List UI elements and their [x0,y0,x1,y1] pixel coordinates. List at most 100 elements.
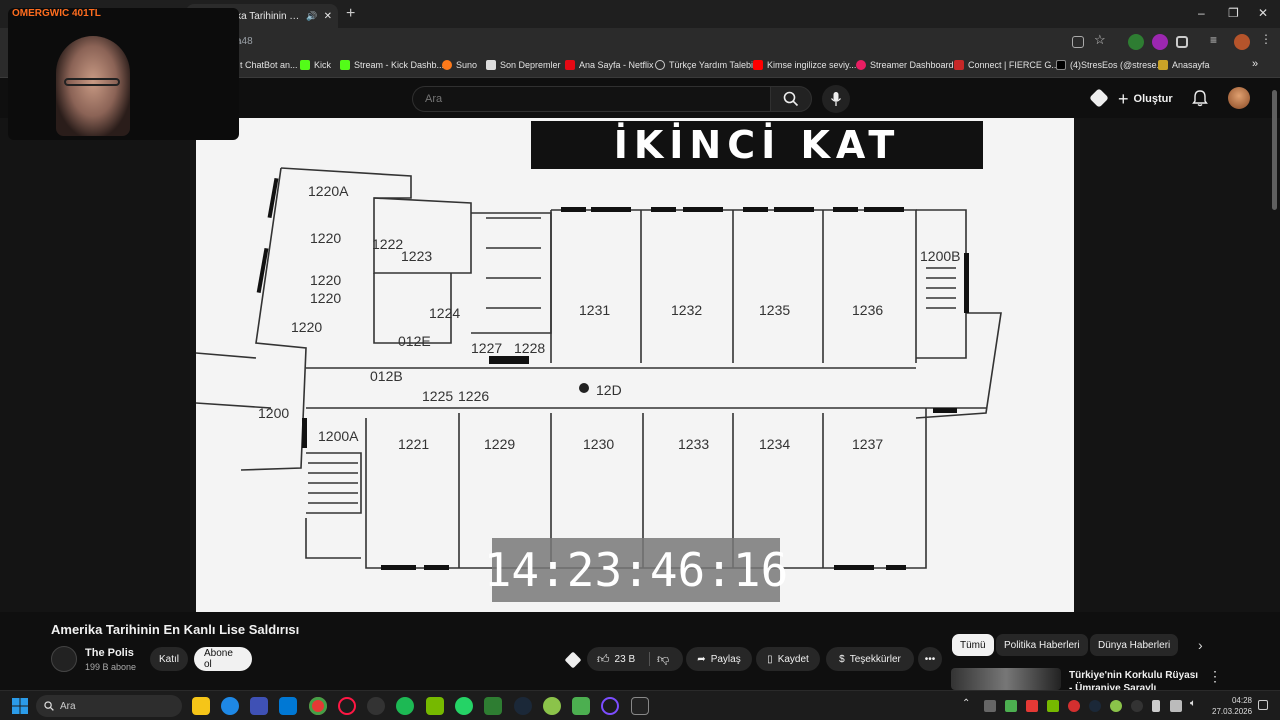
chip-world[interactable]: Dünya Haberleri [1090,634,1179,656]
more-bookmarks-icon[interactable]: » [1252,58,1258,70]
obs-icon[interactable] [367,697,385,715]
mail-icon[interactable] [279,697,297,715]
bookmark-star-icon[interactable]: ☆ [1094,32,1110,48]
extensions-puzzle-icon[interactable] [1176,36,1188,48]
install-app-icon[interactable] [1072,36,1084,48]
volume-icon[interactable]: 🔈︎ [1190,698,1202,710]
windows-start-icon[interactable] [12,698,28,714]
tray-overflow-icon[interactable]: ⌃ [962,698,970,709]
channel-name[interactable]: The Polis [85,647,134,659]
bookmark-item[interactable]: Kimse ingilizce seviy... [753,60,856,70]
tray-icon[interactable] [1089,700,1101,712]
recommendation-title[interactable]: Türkiye'nin Korkulu Rüyası - Ümraniye Sa… [1069,669,1199,691]
chrome-icon[interactable] [309,697,327,715]
bookmark-item[interactable]: Streamer Dashboard [856,60,954,70]
room-label: 12D [596,382,622,398]
new-tab-plus-icon[interactable]: + [346,5,355,23]
profile-avatar-icon[interactable] [1234,34,1250,50]
subscribe-button[interactable]: Abone ol [194,647,252,671]
search-icon [44,701,54,711]
close-window-button[interactable]: ✕ [1258,6,1268,20]
maximize-button[interactable]: ❐ [1228,6,1239,20]
store-icon[interactable] [250,697,268,715]
save-button[interactable]: ▯ Kaydet [756,647,820,671]
share-icon: ➦ [697,653,706,665]
steam-icon[interactable] [514,697,532,715]
suno-icon [442,60,452,70]
share-button[interactable]: ➦ Paylaş [686,647,752,671]
search-button[interactable] [770,86,812,112]
subscriber-count: 199 B abone [85,662,137,672]
bookmark-item[interactable]: Son Depremler [486,60,561,70]
search-input[interactable] [413,87,770,111]
bookmark-item[interactable]: Kick [300,60,331,70]
extension-icon[interactable] [1089,88,1109,108]
whatsapp-icon[interactable] [455,697,473,715]
room-label: 1236 [852,302,883,318]
bookmark-item[interactable]: Connect | FIERCE G... [954,60,1059,70]
page-scrollbar[interactable] [1272,90,1277,210]
app-green-icon[interactable] [543,697,561,715]
bookmark-item[interactable]: Suno [442,60,477,70]
extension-purple-icon[interactable] [1152,34,1168,50]
video-player[interactable]: 1220A 1220 1220 1220 1222 1223 1224 1220… [196,118,1074,612]
voice-search-button[interactable] [822,85,850,113]
minecraft-icon[interactable] [572,697,590,715]
account-avatar[interactable] [1228,87,1250,109]
kick-icon [340,60,350,70]
nvidia-icon[interactable] [426,697,444,715]
tray-icon[interactable] [1068,700,1080,712]
media-controls-icon[interactable]: ≡ [1210,33,1226,49]
bookmark-item[interactable]: Türkçe Yardım Talebi [655,60,753,70]
bookmark-item[interactable]: Ana Sayfa - Netflix [565,60,654,70]
like-button[interactable]: 👍︎ 23 B 👎︎ [587,647,683,671]
minimize-button[interactable]: – [1198,6,1205,20]
chip-politics[interactable]: Politika Haberleri [996,634,1088,656]
tray-icon[interactable] [1047,700,1059,712]
browser-menu-icon[interactable]: ⋮ [1260,32,1276,48]
opera-icon[interactable] [338,697,356,715]
channel-avatar[interactable] [51,646,77,672]
tray-icon[interactable] [984,700,996,712]
extension-icon[interactable] [564,651,582,669]
extension-shield-icon[interactable] [1128,34,1144,50]
bookmark-item[interactable]: (4)StresEos (@strese... [1056,60,1164,70]
network-icon[interactable] [1170,700,1182,712]
tray-icon[interactable] [1005,700,1017,712]
room-label: 1229 [484,436,515,452]
tab-audio-icon[interactable]: 🔊 [306,11,317,22]
like-count: 23 B [614,653,636,665]
room-label: 1228 [514,340,545,356]
file-explorer-icon[interactable] [192,697,210,715]
help-icon [655,60,665,70]
edge-icon[interactable] [221,697,239,715]
tab-close-icon[interactable]: ✕ [324,11,332,22]
taskbar-search[interactable]: Ara [36,695,182,717]
recommendation-more-icon[interactable]: ⋮ [1208,668,1222,685]
recommendation-thumbnail[interactable] [951,668,1061,690]
notifications-bell-icon[interactable] [1192,89,1208,107]
thanks-button[interactable]: $ Teşekkürler [826,647,914,671]
chip-all[interactable]: Tümü [952,634,994,656]
tray-icon[interactable] [1131,700,1143,712]
app-purple-icon[interactable] [601,697,619,715]
epic-games-icon[interactable] [631,697,649,715]
tray-icon[interactable] [1026,700,1038,712]
bookmark-icon: ▯ [767,653,773,665]
notification-center-icon[interactable] [1258,700,1268,710]
chevron-right-icon[interactable]: › [1198,637,1203,653]
system-clock[interactable]: 04:28 27.03.2026 [1212,695,1252,717]
bookmark-item[interactable]: Stream - Kick Dashb... [340,60,444,70]
spotify-icon[interactable] [396,697,414,715]
more-actions-button[interactable]: ••• [918,647,942,671]
microphone-tray-icon[interactable] [1152,700,1160,712]
create-button[interactable]: + Oluştur [1118,87,1173,111]
windows-taskbar: Ara ⌃ 🔈︎ 04:28 27.03.2026 [0,690,1280,720]
thumbs-down-icon[interactable]: 👎︎ [657,652,669,667]
tray-icon[interactable] [1110,700,1122,712]
join-button[interactable]: Katıl [150,647,188,671]
bookmark-item[interactable]: t ChatBot an... [240,60,298,70]
terminal-icon[interactable] [484,697,502,715]
bookmark-item[interactable]: Anasayfa [1158,60,1210,70]
room-label: 1200 [258,405,289,421]
